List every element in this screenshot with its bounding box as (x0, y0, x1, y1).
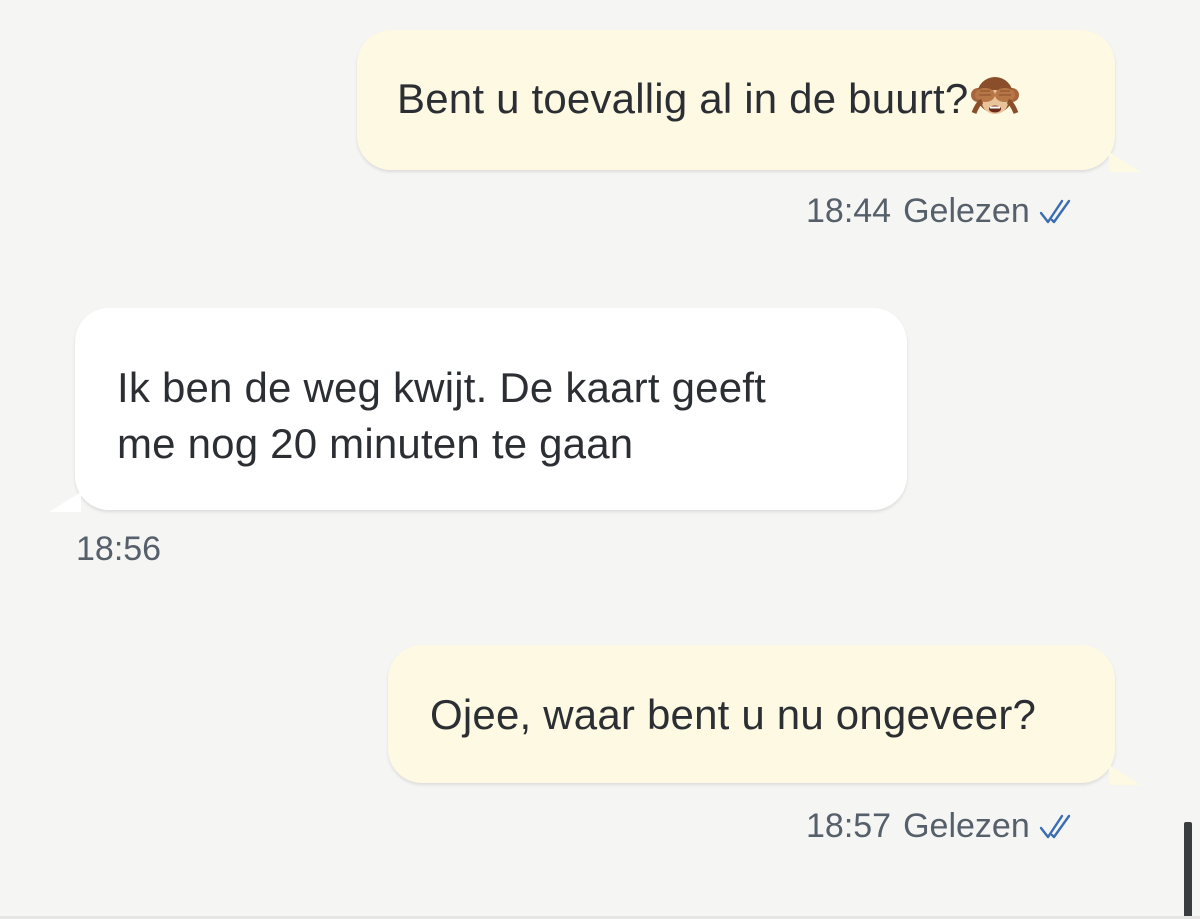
message-text: Ojee, waar bent u nu ongeveer? (430, 691, 1037, 738)
bubble-tail (1109, 152, 1141, 172)
message-time: 18:56 (76, 530, 162, 568)
bubble-tail (1109, 765, 1141, 785)
message-time: 18:57 (806, 807, 892, 845)
message-meta: 18:44 Gelezen (806, 192, 1078, 231)
bubble-tail (49, 492, 81, 512)
message-text: Ik ben de weg kwijt. De kaart geeft me n… (117, 364, 766, 467)
chat-thread: Bent u toevallig al in de buurt? 18:44 G… (0, 0, 1200, 919)
message-text: Bent u toevallig al in de buurt? (397, 71, 1079, 127)
message-bubble-outgoing[interactable]: Ojee, waar bent u nu ongeveer? (388, 645, 1141, 785)
message-bubble-incoming[interactable]: Ik ben de weg kwijt. De kaart geeft me n… (49, 308, 907, 512)
message-bubble-outgoing[interactable]: Bent u toevallig al in de buurt? (357, 30, 1141, 172)
message-meta: 18:56 (76, 530, 161, 569)
double-check-icon (1038, 812, 1078, 842)
message-meta: 18:57 Gelezen (806, 807, 1078, 846)
message-time: 18:44 (806, 192, 892, 230)
double-check-icon (1038, 197, 1078, 227)
read-status: Gelezen (903, 192, 1030, 230)
see-no-evil-monkey-icon (970, 73, 1020, 121)
read-status: Gelezen (903, 807, 1030, 845)
scrollbar[interactable] (1184, 822, 1192, 919)
